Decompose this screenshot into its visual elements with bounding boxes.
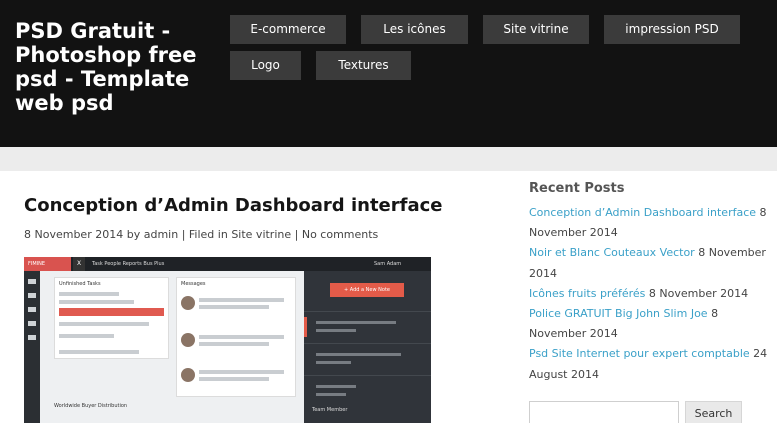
recent-post-link[interactable]: Psd Site Internet pour expert comptable [529,347,750,360]
mock-note-marker [304,317,307,337]
nav-item-textures[interactable]: Textures [316,51,411,80]
nav-item-icones[interactable]: Les icônes [361,15,468,44]
nav-item-impression-psd[interactable]: impression PSD [604,15,740,44]
recent-post-item: Police GRATUIT Big John Slim Joe 8 Novem… [529,304,769,344]
mock-notes-panel: + Add a New Note Team Member [304,271,431,423]
mock-message-line [199,342,269,346]
mock-divider [304,375,431,376]
mock-divider [304,311,431,312]
mock-message-line [199,298,284,302]
mock-messages-panel: Messages [176,277,296,397]
post-by: by [126,228,141,241]
recent-post-date: 8 November 2014 [648,286,749,300]
mock-team-title: Team Member [312,407,348,413]
mock-message-line [199,377,269,381]
post-meta: 8 November 2014 by admin | Filed in Site… [24,228,378,241]
recent-post-link[interactable]: Noir et Blanc Couteaux Vector [529,246,695,259]
recent-post-item: Icônes fruits préférés 8 November 2014 [529,284,769,304]
mock-user: Sam Adam [374,261,402,267]
mock-note-line [316,329,356,332]
mock-menu-icon [28,279,36,284]
recent-post-item: Noir et Blanc Couteaux Vector 8 November… [529,243,769,283]
recent-post-item: Conception d’Admin Dashboard interface 8… [529,203,769,243]
post-filed-in: | Filed in [181,228,228,241]
mock-menu-icon [28,335,36,340]
site-title[interactable]: PSD Gratuit - Photoshop free psd - Templ… [15,19,220,115]
post-date: 8 November 2014 [24,228,124,241]
mock-menu-icon [28,307,36,312]
mock-message-line [199,335,284,339]
search-button[interactable]: Search [685,401,742,423]
post-category-link[interactable]: Site vitrine [231,228,291,241]
recent-post-item: Psd Site Internet pour expert comptable … [529,344,769,384]
mock-avatar [181,333,195,347]
main-content: Conception d’Admin Dashboard interface 8… [0,171,516,423]
mock-sidebar [24,271,40,423]
recent-post-link[interactable]: Police GRATUIT Big John Slim Joe [529,307,708,320]
mock-task-row [59,334,114,338]
mock-avatar [181,368,195,382]
mock-message-line [199,305,269,309]
mock-task-row [59,300,134,304]
mock-divider [304,343,431,344]
mock-message-line [199,370,284,374]
mock-tasks-title: Unfinished Tasks [59,281,101,287]
post-separator: | [294,228,299,241]
mock-top-links: Task People Reports Bus Plus [92,261,165,267]
mock-topbar: FIMINE X Task People Reports Bus Plus Sa… [24,257,431,271]
mock-close-icon: X [73,257,85,271]
nav-item-site-vitrine[interactable]: Site vitrine [483,15,589,44]
nav-item-logo[interactable]: Logo [230,51,301,80]
mock-widget-title: Worldwide Buyer Distribution [54,403,128,409]
mock-note-line [316,385,356,388]
mock-menu-icon [28,321,36,326]
mock-avatar [181,296,195,310]
recent-post-link[interactable]: Conception d’Admin Dashboard interface [529,206,756,219]
mock-task-row [59,292,119,296]
mock-note-line [316,361,351,364]
mock-menu-icon [28,293,36,298]
post-title[interactable]: Conception d’Admin Dashboard interface [24,195,443,216]
recent-post-link[interactable]: Icônes fruits préférés [529,287,645,300]
mock-tasks-panel: Unfinished Tasks [54,277,169,359]
post-author-link[interactable]: admin [144,228,178,241]
search-input[interactable] [529,401,679,423]
site-header: PSD Gratuit - Photoshop free psd - Templ… [0,0,777,147]
mock-task-row-active [59,308,164,316]
recent-posts-title: Recent Posts [529,181,625,196]
mock-task-row [59,322,149,326]
mock-new-note-button: + Add a New Note [330,283,404,297]
recent-posts-list: Conception d’Admin Dashboard interface 8… [529,203,769,385]
mock-brand: FIMINE [24,257,71,271]
mock-note-line [316,353,401,356]
mock-note-line [316,321,396,324]
post-featured-image[interactable]: FIMINE X Task People Reports Bus Plus Sa… [24,257,431,423]
mock-note-line [316,393,346,396]
sidebar: Recent Posts Conception d’Admin Dashboar… [516,171,777,423]
mock-task-row [59,350,139,354]
mock-messages-title: Messages [181,281,206,287]
nav-item-ecommerce[interactable]: E-commerce [230,15,346,44]
post-comments-link[interactable]: No comments [302,228,378,241]
